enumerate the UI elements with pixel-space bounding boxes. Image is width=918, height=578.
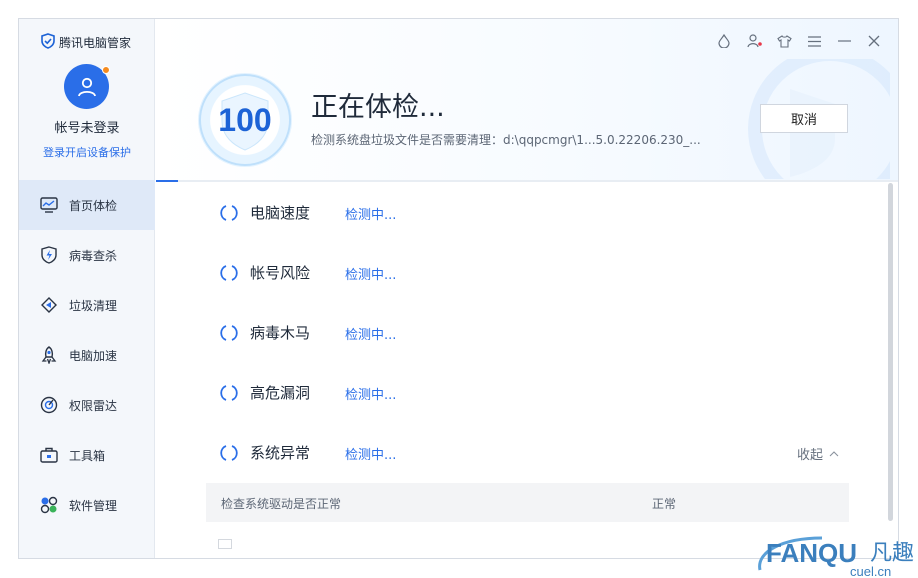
svg-text:cuel.cn: cuel.cn	[850, 564, 891, 578]
tencent-shield-icon	[40, 33, 56, 52]
sidebar-item-permission-radar[interactable]: 权限雷达	[19, 380, 155, 430]
sidebar-item-home-check[interactable]: 首页体检	[19, 180, 155, 230]
check-item-virus: 病毒木马 检测中...	[156, 302, 856, 362]
health-score: 100	[218, 101, 272, 138]
fanqu-watermark-logo: FANQU 凡趣 cuel.cn	[758, 536, 914, 578]
checkbox-icon	[218, 539, 232, 549]
user-icon	[77, 77, 96, 96]
close-icon[interactable]	[866, 33, 882, 49]
window-controls	[716, 33, 882, 49]
user-notify-icon[interactable]	[746, 33, 762, 49]
minimize-icon[interactable]	[836, 33, 852, 49]
check-item-account-risk: 帐号风险 检测中...	[156, 242, 856, 302]
monitor-icon	[39, 195, 59, 215]
check-item-status: 检测中...	[345, 388, 397, 403]
sidebar-item-toolbox[interactable]: 工具箱	[19, 430, 155, 480]
app-logo: 腾讯电脑管家	[40, 33, 131, 52]
cancel-button[interactable]: 取消	[760, 104, 848, 133]
check-item-label: 系统异常	[250, 444, 311, 462]
loading-spinner-icon	[220, 265, 238, 281]
check-item-vulnerability: 高危漏洞 检测中...	[156, 362, 856, 422]
check-item-label: 帐号风险	[250, 264, 311, 282]
sidebar-item-software-manager[interactable]: 软件管理	[19, 480, 155, 530]
notification-dot	[102, 66, 110, 74]
detail-name: 检查系统驱动是否正常	[221, 497, 342, 511]
sidebar-item-label: 权限雷达	[69, 398, 118, 413]
loading-spinner-icon	[220, 385, 238, 401]
sidebar-item-label: 垃圾清理	[69, 298, 118, 313]
shirt-icon[interactable]	[776, 33, 792, 49]
check-item-status: 检测中...	[345, 208, 397, 223]
chevron-up-icon	[829, 450, 839, 456]
app-window: 腾讯电脑管家 帐号未登录 登录开启设备保护 首页体检 病毒查杀 垃圾清理 电脑加…	[18, 18, 899, 559]
page-title: 正在体检...	[311, 92, 445, 123]
collapse-button[interactable]: 收起	[797, 444, 839, 463]
sidebar-item-label: 电脑加速	[69, 348, 118, 363]
login-link[interactable]: 登录开启设备保护	[19, 144, 155, 160]
loading-spinner-icon	[220, 205, 238, 221]
loading-spinner-icon	[220, 325, 238, 341]
toolbox-icon	[39, 445, 59, 465]
sidebar: 腾讯电脑管家 帐号未登录 登录开启设备保护 首页体检 病毒查杀 垃圾清理 电脑加…	[19, 19, 155, 558]
svg-text:凡趣: 凡趣	[870, 541, 914, 566]
radar-icon	[39, 395, 59, 415]
user-name: 帐号未登录	[54, 121, 120, 136]
shield-bolt-icon	[39, 245, 59, 265]
sidebar-item-virus-scan[interactable]: 病毒查杀	[19, 230, 155, 280]
loading-spinner-icon	[220, 445, 238, 461]
scan-header: 100 正在体检... 检测系统盘垃圾文件是否需要清理：d:\qqpcmgr\1…	[156, 19, 898, 182]
detail-status: 正常	[652, 497, 677, 511]
menu-icon[interactable]	[806, 33, 822, 49]
sidebar-item-label: 工具箱	[69, 448, 106, 463]
collapse-label: 收起	[797, 448, 824, 463]
sidebar-item-label: 软件管理	[69, 498, 118, 513]
health-score-ring: 100	[198, 73, 292, 167]
sidebar-item-label: 首页体检	[69, 198, 118, 213]
apps-icon	[39, 495, 59, 515]
scan-detail-text: 检测系统盘垃圾文件是否需要清理：d:\qqpcmgr\1...5.0.22206…	[311, 133, 701, 147]
faded-list-item	[218, 539, 232, 549]
broom-icon	[39, 295, 59, 315]
rocket-icon	[39, 345, 59, 365]
check-list: 电脑速度 检测中... 帐号风险 检测中... 病毒木马 检测中... 高危漏洞…	[156, 182, 898, 558]
check-item-status: 检测中...	[345, 448, 397, 463]
detail-row: 检查系统驱动是否正常 正常	[206, 483, 849, 522]
avatar[interactable]	[64, 64, 110, 109]
skin-drop-icon[interactable]	[716, 33, 732, 49]
check-item-label: 病毒木马	[250, 324, 311, 342]
check-item-status: 检测中...	[345, 328, 397, 343]
check-item-label: 高危漏洞	[250, 384, 311, 402]
check-item-label: 电脑速度	[250, 204, 311, 222]
sidebar-nav: 首页体检 病毒查杀 垃圾清理 电脑加速 权限雷达 工具箱 软件管理	[19, 180, 155, 530]
check-item-system-anomaly: 系统异常 检测中...	[156, 422, 856, 482]
sidebar-item-junk-clean[interactable]: 垃圾清理	[19, 280, 155, 330]
sidebar-item-speed-up[interactable]: 电脑加速	[19, 330, 155, 380]
sidebar-item-label: 病毒查杀	[69, 248, 118, 263]
app-title: 腾讯电脑管家	[59, 36, 132, 50]
check-item-status: 检测中...	[345, 268, 397, 283]
check-item-speed: 电脑速度 检测中...	[156, 182, 856, 242]
svg-text:FANQU: FANQU	[766, 538, 857, 568]
scrollbar[interactable]	[888, 183, 893, 521]
